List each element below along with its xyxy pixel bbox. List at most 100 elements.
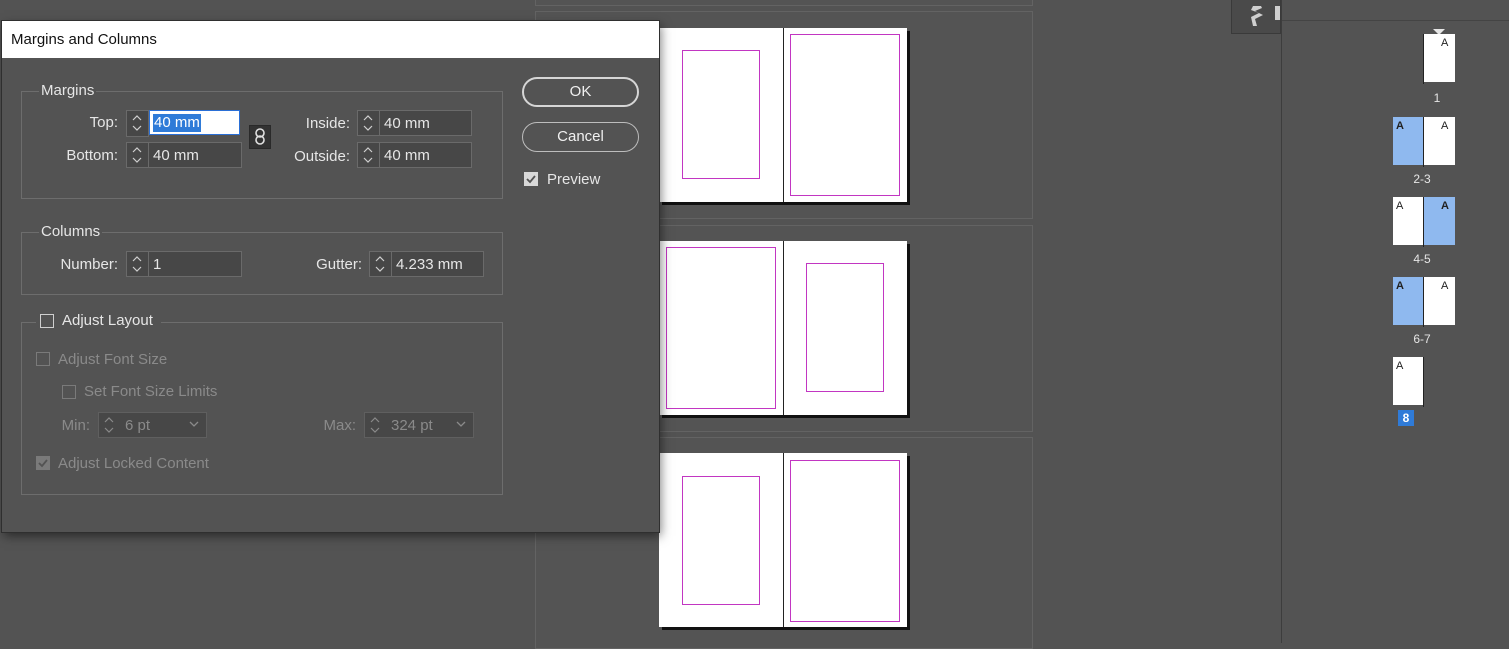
current-page-label[interactable]: 8 [1398,410,1414,426]
spread-frame-partial [535,0,1033,6]
outside-stepper[interactable] [358,143,380,167]
number-field[interactable]: 1 [126,251,242,277]
number-stepper[interactable] [127,252,149,276]
stepper-icon [363,115,373,131]
spread-4-5[interactable] [659,241,907,415]
page-thumb-6[interactable]: A [1393,277,1424,325]
adjust-layout-label[interactable]: Adjust Layout [62,312,153,329]
adjust-font-size-checkbox[interactable] [36,352,50,366]
min-select[interactable]: 6 pt [98,412,207,438]
master-letter: A [1441,280,1449,292]
inside-value: 40 mm [384,115,430,132]
bottom-value: 40 mm [153,147,199,164]
spread-6-7[interactable] [659,453,907,627]
checkmark-icon [526,175,536,184]
margin-guide [806,263,884,392]
stepper-icon [132,115,142,131]
page-label[interactable]: 6-7 [1392,332,1452,346]
stepper-icon [132,147,142,163]
adjust-layout-checkbox[interactable] [40,314,54,328]
adjust-locked-content-label: Adjust Locked Content [58,455,209,472]
min-stepper[interactable] [99,413,120,437]
gutter-stepper[interactable] [370,252,392,276]
inside-field[interactable]: 40 mm [357,110,472,136]
max-value: 324 pt [391,417,433,434]
page-thumb-3[interactable]: A [1424,117,1455,165]
spine [1423,277,1424,327]
margin-guide [682,476,760,605]
preview-checkbox[interactable] [524,172,538,186]
outside-field[interactable]: 40 mm [357,142,472,168]
gutter-label: Gutter: [316,256,362,273]
bottom-stepper[interactable] [127,143,149,167]
spine [1423,197,1424,247]
stepper-icon [370,417,380,433]
top-input-value: 40 mm [153,114,201,132]
page-label[interactable]: 1 [1407,91,1467,105]
bottom-field[interactable]: 40 mm [126,142,242,168]
margins-and-columns-dialog: Margins and Columns Margins Top: 40 mm B… [2,21,659,532]
spine [783,241,784,415]
page-label[interactable]: 4-5 [1392,252,1452,266]
inside-label: Inside: [305,115,350,132]
max-label: Max: [323,417,356,434]
min-value: 6 pt [125,417,151,434]
max-stepper[interactable] [365,413,386,437]
gutter-field[interactable]: 4.233 mm [369,251,484,277]
master-letter: A [1396,200,1404,212]
page-thumb-4[interactable]: A [1393,197,1424,245]
margin-guide [790,460,900,622]
spine [783,453,784,627]
margin-guide [790,34,900,196]
set-font-size-limits-checkbox[interactable] [62,385,76,399]
page-label[interactable]: 2-3 [1392,172,1452,186]
checkmark-icon [38,459,48,468]
bottom-label: Bottom: [66,147,118,164]
spread-2-3[interactable] [659,28,907,202]
stepper-icon [375,256,385,272]
chevron-down-icon [456,421,466,427]
ok-button[interactable]: OK [522,77,639,107]
panel-tab[interactable] [1231,0,1281,34]
top-stepper[interactable] [126,110,149,137]
panel-divider [1282,20,1509,21]
stepper-icon [104,417,114,433]
set-font-size-limits-label: Set Font Size Limits [84,383,218,400]
stepper-icon [132,256,142,272]
page-thumb-5[interactable]: A [1424,197,1455,245]
spine [1423,34,1424,84]
master-letter: A [1396,280,1404,292]
adjust-locked-content-checkbox[interactable] [36,456,50,470]
page-thumb-8[interactable]: A [1393,357,1424,405]
columns-group-title: Columns [39,223,103,240]
pages-panel: A 1 A A 2-3 A A 4-5 A A 6-7 A 8 [1281,0,1509,643]
master-letter: A [1396,120,1404,132]
margin-guide [666,247,776,409]
spine [783,28,784,202]
cancel-button[interactable]: Cancel [522,122,639,152]
page-thumb-7[interactable]: A [1424,277,1455,325]
page-thumb-1[interactable]: A [1424,34,1455,82]
panel-tab-label-fragment [1275,6,1280,20]
max-select[interactable]: 324 pt [364,412,474,438]
outside-value: 40 mm [384,147,430,164]
master-letter: A [1441,37,1449,49]
master-letter: A [1396,360,1404,372]
page-thumb-2[interactable]: A [1393,117,1424,165]
chain-link-icon[interactable] [249,125,271,149]
min-label: Min: [61,417,90,434]
outside-label: Outside: [294,148,350,165]
gutter-value: 4.233 mm [396,256,463,273]
preview-label[interactable]: Preview [547,171,600,188]
stepper-icon [363,147,373,163]
dialog-title[interactable]: Margins and Columns [2,21,659,58]
number-value: 1 [153,256,162,273]
spine [1423,117,1424,167]
top-label: Top: [89,114,118,131]
number-label: Number: [60,256,118,273]
inside-stepper[interactable] [358,111,380,135]
margin-guide [682,50,760,179]
top-input[interactable]: 40 mm [149,110,240,135]
master-letter: A [1441,200,1449,212]
styles-panel-icon[interactable] [1247,4,1267,32]
